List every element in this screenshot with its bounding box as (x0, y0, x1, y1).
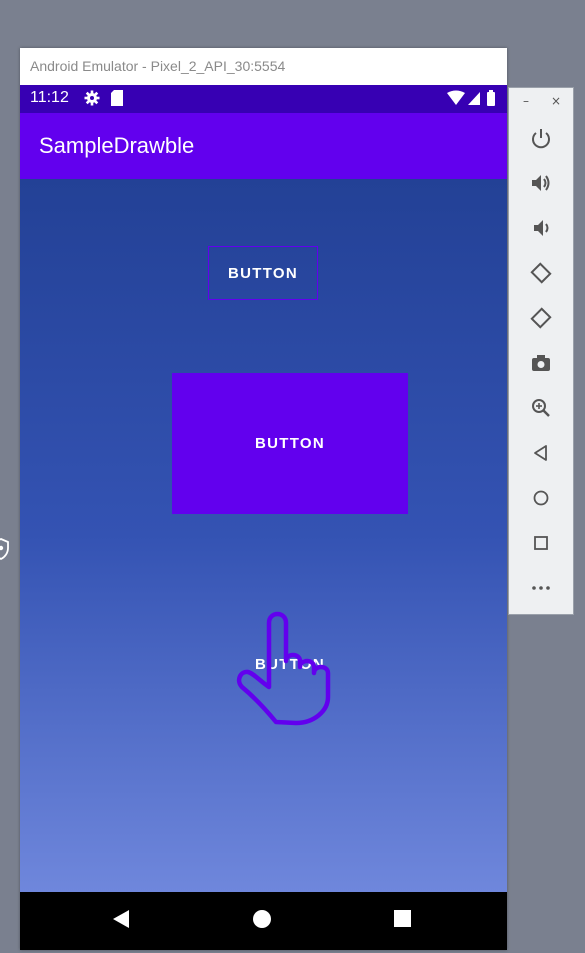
sd-card-icon (111, 90, 123, 111)
more-icon[interactable] (528, 575, 554, 601)
minimize-button[interactable]: – (523, 94, 529, 108)
camera-icon[interactable] (528, 350, 554, 376)
back-icon[interactable] (528, 440, 554, 466)
shield-icon (0, 538, 10, 564)
button-label: BUTTON (254, 435, 326, 452)
button-label: BUTTON (227, 264, 299, 282)
emulator-side-toolbar: – × (508, 87, 574, 615)
emulator-window: Android Emulator - Pixel_2_API_30:5554 1… (20, 48, 507, 950)
wifi-signal-battery-icon (447, 90, 495, 106)
rotate-right-icon[interactable] (528, 305, 554, 331)
status-time: 11:12 (30, 89, 69, 106)
home-icon[interactable] (528, 485, 554, 511)
overview-icon[interactable] (528, 530, 554, 556)
outlined-button[interactable]: BUTTON (208, 246, 318, 300)
filled-button[interactable]: BUTTON (172, 373, 408, 514)
rotate-left-icon[interactable] (528, 260, 554, 286)
close-button[interactable]: × (551, 94, 561, 108)
settings-gear-icon (84, 90, 100, 111)
content-area: BUTTON BUTTON BUTTON (20, 179, 507, 892)
window-title: Android Emulator - Pixel_2_API_30:5554 (20, 48, 507, 85)
app-title: SampleDrawble (39, 133, 195, 158)
power-icon[interactable] (528, 125, 554, 151)
system-status-icons (447, 90, 497, 111)
hand-pointer-icon (234, 599, 350, 733)
volume-down-icon[interactable] (528, 215, 554, 241)
nav-back-icon[interactable] (112, 909, 130, 933)
status-bar: 11:12 (20, 85, 507, 113)
zoom-icon[interactable] (528, 395, 554, 421)
navigation-bar (20, 892, 507, 950)
nav-home-icon[interactable] (253, 910, 271, 928)
app-bar: SampleDrawble (20, 113, 507, 179)
volume-up-icon[interactable] (528, 170, 554, 196)
nav-recents-icon[interactable] (394, 910, 411, 927)
